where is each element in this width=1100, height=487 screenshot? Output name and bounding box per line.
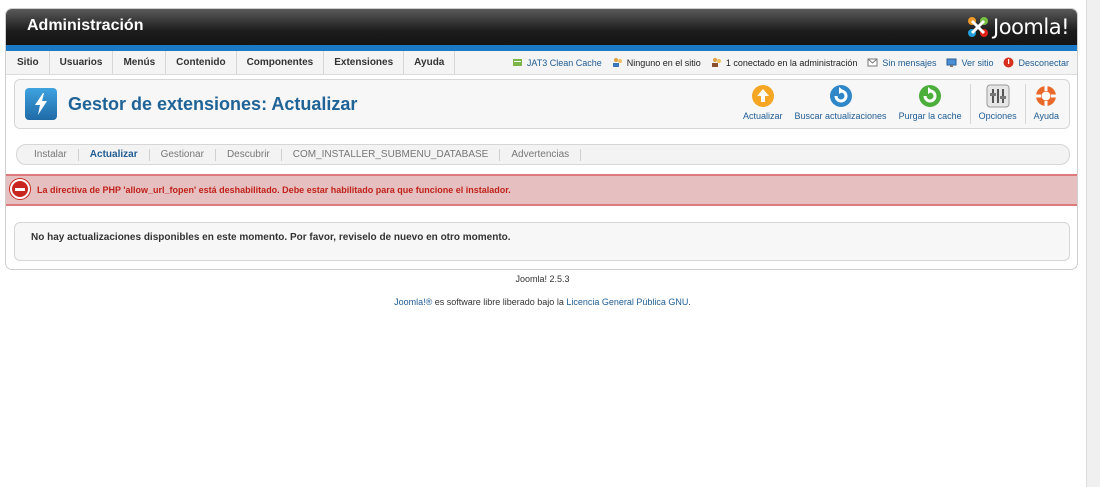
page-title: Gestor de extensiones: Actualizar — [68, 94, 358, 114]
refresh-blue-icon — [829, 85, 852, 107]
no-updates-message: No hay actualizaciones disponibles en es… — [31, 232, 511, 243]
menu-item-extensiones[interactable]: Extensiones — [324, 51, 405, 74]
tab-gestionar[interactable]: Gestionar — [150, 148, 216, 161]
admin-container: Administración Joomla! Sitio Usuarios Me… — [5, 8, 1078, 270]
menu-item-ayuda[interactable]: Ayuda — [404, 51, 456, 74]
tab-instalar[interactable]: Instalar — [23, 148, 79, 161]
jat3-clean-cache-label: JAT3 Clean Cache — [526, 57, 602, 68]
options-sliders-icon — [986, 84, 1010, 108]
update-button-label: Actualizar — [742, 111, 783, 121]
options-label: Opciones — [978, 111, 1017, 121]
logout-label: Desconectar — [1018, 57, 1069, 68]
find-updates-button[interactable]: Buscar actualizaciones — [789, 84, 893, 124]
admin-header: Administración Joomla! — [6, 9, 1077, 45]
tab-advertencias[interactable]: Advertencias — [500, 148, 582, 161]
find-updates-label: Buscar actualizaciones — [794, 111, 887, 121]
menu-item-menus[interactable]: Menús — [113, 51, 167, 74]
menu-item-contenido[interactable]: Contenido — [166, 51, 237, 74]
vertical-scrollbar[interactable] — [1086, 0, 1100, 487]
purge-cache-button[interactable]: Purgar la cache — [893, 84, 968, 124]
lifebuoy-icon — [1036, 86, 1057, 106]
messages-label: Sin mensajes — [882, 57, 937, 68]
main-menu: Sitio Usuarios Menús Contenido Component… — [7, 51, 456, 74]
license-end: . — [688, 297, 691, 307]
submenu: Instalar Actualizar Gestionar Descubrir … — [16, 144, 1070, 165]
messages-link[interactable]: Sin mensajes — [867, 57, 936, 68]
logout-link[interactable]: Desconectar — [1003, 57, 1069, 68]
admin-users-status: 1 conectado en la administración — [711, 57, 858, 68]
joomla-logo-icon — [968, 17, 989, 37]
footer-license: Joomla!® es software libre liberado bajo… — [0, 297, 1085, 307]
view-site-link[interactable]: Ver sitio — [946, 57, 993, 68]
power-icon — [1003, 57, 1014, 68]
menu-item-usuarios[interactable]: Usuarios — [50, 51, 114, 74]
joomla-logo: Joomla! — [966, 13, 1069, 41]
footer-version: Joomla! 2.5.3 — [515, 274, 570, 284]
help-label: Ayuda — [1033, 111, 1059, 121]
status-bar: JAT3 Clean Cache Ninguno en el sitio 1 c… — [512, 51, 1069, 74]
toolbar-divider — [969, 84, 971, 124]
tab-actualizar[interactable]: Actualizar — [79, 148, 150, 161]
toolbar-divider — [1024, 84, 1026, 124]
error-message-box: La directiva de PHP 'allow_url_fopen' es… — [6, 174, 1077, 206]
license-link[interactable]: Licencia General Pública GNU — [566, 297, 688, 307]
error-text: La directiva de PHP 'allow_url_fopen' es… — [37, 185, 511, 195]
menu-item-sitio[interactable]: Sitio — [7, 51, 50, 74]
help-button[interactable]: Ayuda — [1028, 84, 1065, 124]
view-site-label: Ver sitio — [961, 57, 994, 68]
joomla-link[interactable]: Joomla!® — [394, 297, 432, 307]
info-message-box: No hay actualizaciones disponibles en es… — [14, 222, 1070, 261]
license-text: es software libre liberado bajo la — [432, 297, 567, 307]
options-button[interactable]: Opciones — [973, 84, 1023, 124]
purge-cache-label: Purgar la cache — [898, 111, 962, 121]
upload-arrow-icon — [751, 85, 774, 107]
jat3-clean-cache-link[interactable]: JAT3 Clean Cache — [512, 57, 602, 68]
toolbar-buttons: Actualizar Buscar actualizaciones Purgar… — [737, 84, 1065, 124]
monitor-icon — [946, 58, 957, 67]
tab-database[interactable]: COM_INSTALLER_SUBMENU_DATABASE — [282, 148, 501, 161]
logo-text: Joomla! — [993, 15, 1069, 39]
extensions-lightning-icon — [25, 88, 57, 120]
refresh-green-icon — [919, 85, 942, 107]
error-icon — [10, 179, 30, 199]
admin-users-icon — [711, 58, 721, 67]
tab-descubrir[interactable]: Descubrir — [216, 148, 282, 161]
site-users-label: Ninguno en el sitio — [626, 57, 701, 68]
cache-icon — [512, 59, 522, 66]
users-icon — [612, 58, 622, 67]
menu-bar: Sitio Usuarios Menús Contenido Component… — [6, 51, 1077, 75]
menu-item-componentes[interactable]: Componentes — [237, 51, 325, 74]
header-title: Administración — [27, 17, 144, 34]
update-button[interactable]: Actualizar — [737, 84, 789, 124]
mail-icon — [867, 58, 878, 67]
admin-users-label: 1 conectado en la administración — [725, 57, 858, 68]
site-users-status: Ninguno en el sitio — [612, 57, 701, 68]
toolbar-box: Gestor de extensiones: Actualizar Actual… — [14, 79, 1070, 129]
